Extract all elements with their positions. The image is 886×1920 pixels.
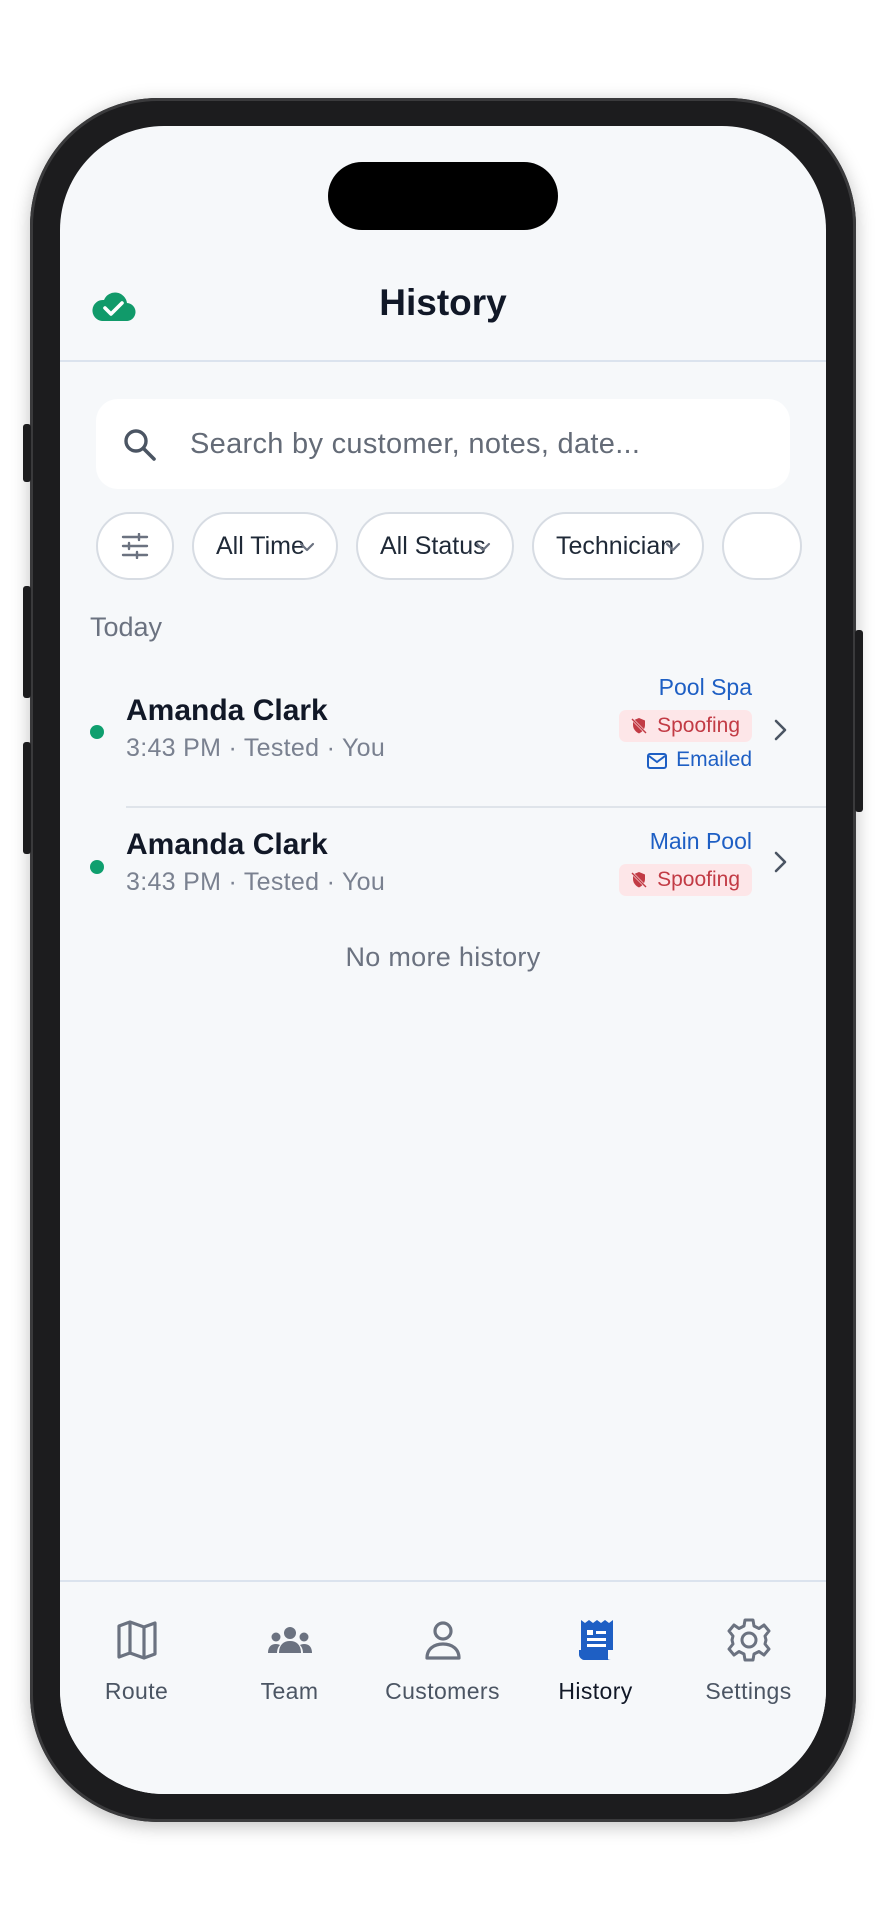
section-label-today: Today	[90, 612, 163, 642]
page-title: History	[379, 282, 507, 323]
mail-icon	[647, 753, 668, 769]
customer-name: Amanda Clark	[126, 828, 328, 861]
emailed-label: Emailed	[676, 748, 752, 771]
volume-up-button	[23, 586, 31, 698]
filter-more-chip[interactable]	[722, 512, 802, 580]
tab-label: Route	[104, 1678, 169, 1704]
tab-bar: Route Team Customers History Settings	[60, 1580, 826, 1794]
customer-name: Amanda Clark	[126, 694, 328, 727]
search-bar[interactable]	[96, 399, 790, 489]
tab-customers[interactable]: Customers	[366, 1582, 519, 1712]
tab-label: Settings	[705, 1678, 792, 1704]
chevron-down-icon	[299, 542, 315, 552]
end-of-list-message: No more history	[345, 942, 541, 972]
chevron-right-icon	[774, 719, 787, 741]
filter-settings-button[interactable]	[96, 512, 174, 580]
tab-label: Team	[260, 1678, 319, 1704]
gear-icon	[727, 1618, 770, 1662]
status-dot	[90, 725, 104, 739]
history-row[interactable]: Amanda Clark 3:43 PM · Tested · You Main…	[60, 826, 826, 906]
filter-bar: All Time All Status Technician	[96, 512, 826, 580]
power-button	[855, 630, 863, 812]
volume-down-button	[23, 742, 31, 854]
filter-technician-dropdown[interactable]: Technician	[532, 512, 704, 580]
team-icon	[267, 1627, 312, 1653]
filter-technician-label: Technician	[556, 531, 675, 560]
dynamic-island	[328, 162, 558, 230]
shield-off-icon	[631, 872, 648, 888]
row-meta: 3:43 PM · Tested · You	[126, 734, 386, 762]
sliders-icon	[121, 533, 149, 559]
badge-label: Spoofing	[657, 714, 740, 737]
header-divider	[60, 360, 826, 362]
tab-settings[interactable]: Settings	[672, 1582, 825, 1712]
filter-time-dropdown[interactable]: All Time	[192, 512, 338, 580]
row-meta: 3:43 PM · Tested · You	[126, 868, 386, 896]
status-dot	[90, 860, 104, 874]
filter-status-label: All Status	[380, 531, 486, 560]
pool-location: Main Pool	[649, 828, 752, 854]
filter-time-label: All Time	[216, 531, 305, 560]
pool-location: Pool Spa	[658, 674, 752, 700]
spoofing-badge: Spoofing	[619, 710, 752, 742]
silent-switch	[23, 424, 31, 482]
person-icon	[424, 1621, 461, 1660]
header: History	[60, 276, 826, 342]
chevron-down-icon	[665, 542, 681, 552]
search-input[interactable]	[190, 399, 770, 489]
search-icon	[124, 429, 156, 461]
tab-label: History	[558, 1678, 633, 1704]
emailed-indicator: Emailed	[646, 748, 752, 772]
chevron-down-icon	[475, 542, 491, 552]
tab-label: Customers	[385, 1678, 500, 1704]
filter-status-dropdown[interactable]: All Status	[356, 512, 514, 580]
map-icon	[116, 1620, 157, 1660]
screen: History All Time All Status Technician	[60, 126, 826, 1794]
spoofing-badge: Spoofing	[619, 864, 752, 896]
shield-off-icon	[631, 718, 648, 734]
badge-label: Spoofing	[657, 868, 740, 891]
tab-team[interactable]: Team	[213, 1582, 366, 1712]
row-divider	[126, 806, 826, 808]
receipt-icon	[578, 1620, 613, 1660]
tab-history[interactable]: History	[519, 1582, 672, 1712]
tab-route[interactable]: Route	[60, 1582, 213, 1712]
history-row[interactable]: Amanda Clark 3:43 PM · Tested · You Pool…	[60, 674, 826, 784]
chevron-right-icon	[774, 851, 787, 873]
